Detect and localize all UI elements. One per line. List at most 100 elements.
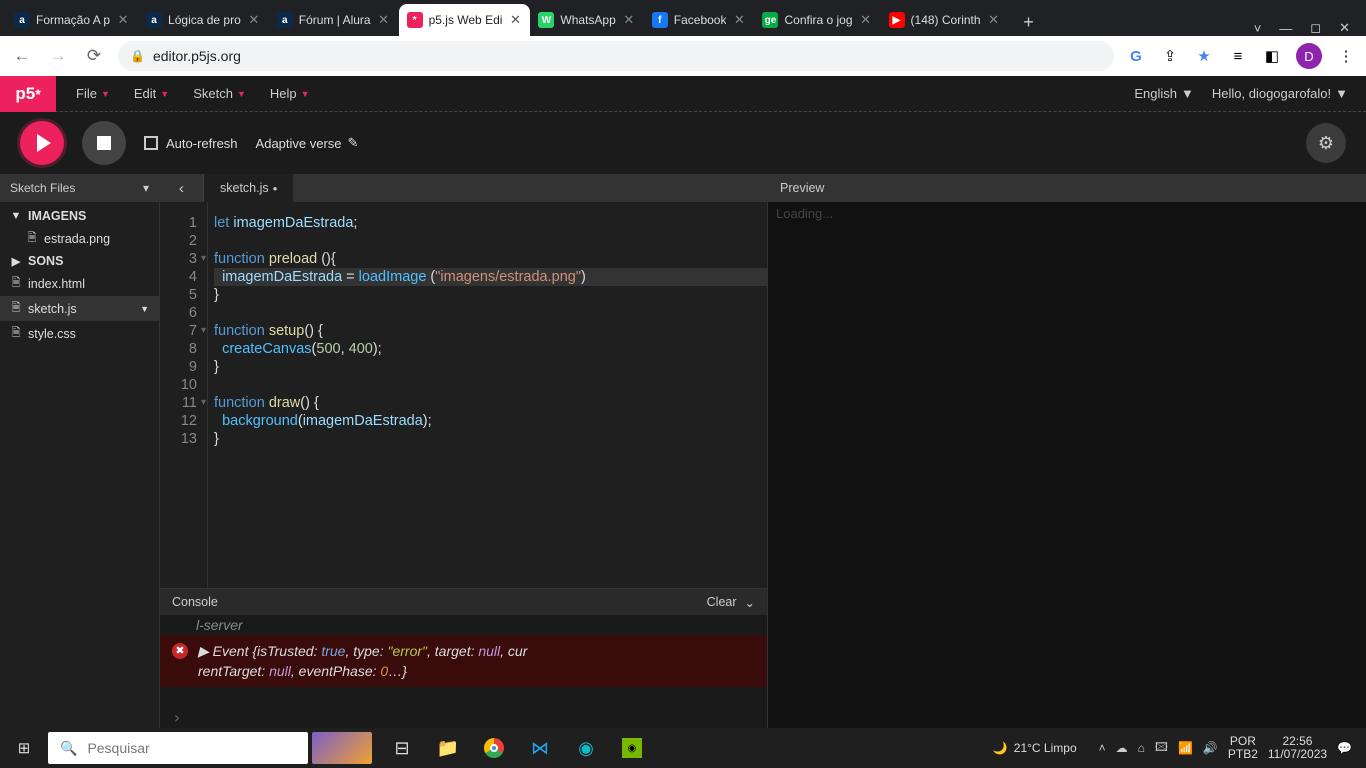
file-icon: 🗎 — [10, 324, 22, 343]
p5-logo[interactable]: p5* — [0, 76, 56, 112]
menu-file[interactable]: File ▼ — [66, 80, 120, 107]
tray-chevron-icon[interactable]: ˄ — [1099, 741, 1106, 755]
tab-label: Facebook — [674, 13, 727, 27]
file-item[interactable]: 🗎estrada.png — [0, 226, 159, 251]
code-editor[interactable]: 12345678910111213 let imagemDaEstrada;fu… — [160, 202, 767, 588]
clear-console-button[interactable]: Clear — [707, 595, 737, 609]
file-icon: 🗎 — [10, 299, 22, 318]
close-icon[interactable]: ✕ — [1339, 20, 1350, 36]
notification-icon[interactable]: 💬 — [1337, 741, 1352, 755]
file-menu-icon[interactable]: ▼ — [140, 304, 149, 314]
speaker-icon[interactable]: 🔊 — [1203, 741, 1218, 755]
collapse-sidebar-button[interactable]: ‹ — [160, 174, 204, 202]
tab-label: (148) Corinth — [911, 13, 981, 27]
browser-tab[interactable]: aFórum | Alura✕ — [269, 4, 399, 36]
close-tab-icon[interactable]: ✕ — [987, 13, 1001, 27]
start-button[interactable]: ⊞ — [0, 728, 48, 768]
favicon: a — [277, 12, 293, 28]
file-item[interactable]: 🗎index.html — [0, 271, 159, 296]
console-input[interactable]: › — [160, 706, 767, 728]
sketch-name[interactable]: Adaptive verse ✎ — [256, 135, 359, 151]
google-icon[interactable]: G — [1126, 46, 1146, 66]
browser-tab[interactable]: aLógica de pro✕ — [138, 4, 269, 36]
folder-item[interactable]: ▼IMAGENS — [0, 206, 159, 226]
tab-label: p5.js Web Edi — [429, 13, 503, 27]
chrome-icon[interactable] — [472, 728, 516, 768]
windows-taskbar: ⊞ 🔍 Pesquisar ⊟ 📁 ⋈ ◉ ◉ 🌙 21°C Limpo ˄ ☁… — [0, 728, 1366, 768]
forward-button[interactable]: → — [46, 44, 70, 68]
edge-icon[interactable]: ◉ — [564, 728, 608, 768]
browser-tab[interactable]: aFormação A p✕ — [6, 4, 138, 36]
p5-header: p5* File ▼Edit ▼Sketch ▼Help ▼ English▼ … — [0, 76, 1366, 112]
browser-tab[interactable]: fFacebook✕ — [644, 4, 755, 36]
cloud-icon[interactable]: ⌂ — [1138, 741, 1145, 755]
favicon: ▶ — [889, 12, 905, 28]
lock-icon: 🔒 — [130, 49, 145, 63]
browser-tab[interactable]: WWhatsApp✕ — [530, 4, 643, 36]
omnibox[interactable]: 🔒 editor.p5js.org — [118, 41, 1114, 71]
close-tab-icon[interactable]: ✕ — [508, 13, 522, 27]
battery-icon[interactable]: 🖾 — [1155, 738, 1168, 759]
preview-body: Loading... — [768, 202, 1366, 728]
system-tray: 🌙 21°C Limpo ˄ ☁ ⌂ 🖾 📶 🔊 PORPTB2 22:5611… — [993, 735, 1366, 761]
nvidia-icon[interactable]: ◉ — [610, 728, 654, 768]
minimize-icon[interactable]: — — [1279, 21, 1292, 36]
close-tab-icon[interactable]: ✕ — [116, 13, 130, 27]
task-view-icon[interactable]: ⊟ — [380, 728, 424, 768]
taskbar-search[interactable]: 🔍 Pesquisar — [48, 732, 308, 764]
browser-tab[interactable]: *p5.js Web Edi✕ — [399, 4, 531, 36]
weather-widget[interactable]: 🌙 21°C Limpo — [993, 741, 1077, 755]
language-menu[interactable]: English▼ — [1134, 86, 1194, 101]
vscode-icon[interactable]: ⋈ — [518, 728, 562, 768]
news-widget[interactable] — [312, 732, 372, 764]
favicon: a — [146, 12, 162, 28]
close-tab-icon[interactable]: ✕ — [732, 13, 746, 27]
reading-list-icon[interactable]: ≡ — [1228, 46, 1248, 66]
console-body[interactable]: l-server ✖ ▶ Event {isTrusted: true, typ… — [160, 615, 767, 706]
language-indicator[interactable]: PORPTB2 — [1228, 735, 1258, 761]
menu-help[interactable]: Help ▼ — [260, 80, 320, 107]
wifi-icon[interactable]: 📶 — [1178, 741, 1193, 755]
menu-edit[interactable]: Edit ▼ — [124, 80, 179, 107]
auto-refresh-checkbox[interactable]: Auto-refresh — [144, 136, 238, 151]
play-button[interactable] — [20, 121, 64, 165]
menu-sketch[interactable]: Sketch ▼ — [183, 80, 256, 107]
sidepanel-icon[interactable]: ◧ — [1262, 46, 1282, 66]
preview-panel: Preview Loading... — [768, 174, 1366, 728]
folder-item[interactable]: ▶SONS — [0, 251, 159, 271]
kebab-menu-icon[interactable]: ⋮ — [1336, 46, 1356, 66]
code-body[interactable]: let imagemDaEstrada;function preload (){… — [208, 202, 767, 588]
back-button[interactable]: ← — [10, 44, 34, 68]
sidebar-header: Sketch Files ▾ — [0, 174, 159, 202]
sidebar-menu-icon[interactable]: ▾ — [143, 181, 149, 195]
file-item[interactable]: 🗎sketch.js▼ — [0, 296, 159, 321]
console-collapse-icon[interactable]: ⌄ — [745, 595, 755, 610]
header-right: English▼ Hello, diogogarofalo!▼ — [1134, 86, 1366, 101]
extension-area: G ⇪ ★ ≡ ◧ D ⋮ — [1126, 43, 1356, 69]
close-tab-icon[interactable]: ✕ — [247, 13, 261, 27]
modified-dot-icon: ● — [273, 184, 278, 193]
onedrive-icon[interactable]: ☁ — [1116, 741, 1128, 755]
settings-button[interactable]: ⚙ — [1306, 123, 1346, 163]
caret-down-icon[interactable]: ˅ — [1254, 21, 1262, 36]
new-tab-button[interactable]: + — [1015, 8, 1043, 36]
close-tab-icon[interactable]: ✕ — [622, 13, 636, 27]
console-row: l-server — [160, 615, 767, 635]
profile-avatar[interactable]: D — [1296, 43, 1322, 69]
stop-button[interactable] — [82, 121, 126, 165]
moon-icon: 🌙 — [993, 741, 1008, 755]
share-icon[interactable]: ⇪ — [1160, 46, 1180, 66]
user-menu[interactable]: Hello, diogogarofalo!▼ — [1212, 86, 1348, 101]
close-tab-icon[interactable]: ✕ — [377, 13, 391, 27]
explorer-icon[interactable]: 📁 — [426, 728, 470, 768]
p5-editor: p5* File ▼Edit ▼Sketch ▼Help ▼ English▼ … — [0, 76, 1366, 728]
close-tab-icon[interactable]: ✕ — [859, 13, 873, 27]
bookmark-icon[interactable]: ★ — [1194, 46, 1214, 66]
browser-tab[interactable]: geConfira o jog✕ — [754, 4, 880, 36]
browser-tab[interactable]: ▶ (148) Corinth ✕ — [881, 4, 1009, 36]
maximize-icon[interactable]: ◻ — [1310, 20, 1321, 36]
file-item[interactable]: 🗎style.css — [0, 321, 159, 346]
clock[interactable]: 22:5611/07/2023 — [1268, 735, 1327, 761]
reload-button[interactable]: ⟳ — [82, 44, 106, 68]
file-tab-sketch[interactable]: sketch.js● — [204, 174, 293, 202]
